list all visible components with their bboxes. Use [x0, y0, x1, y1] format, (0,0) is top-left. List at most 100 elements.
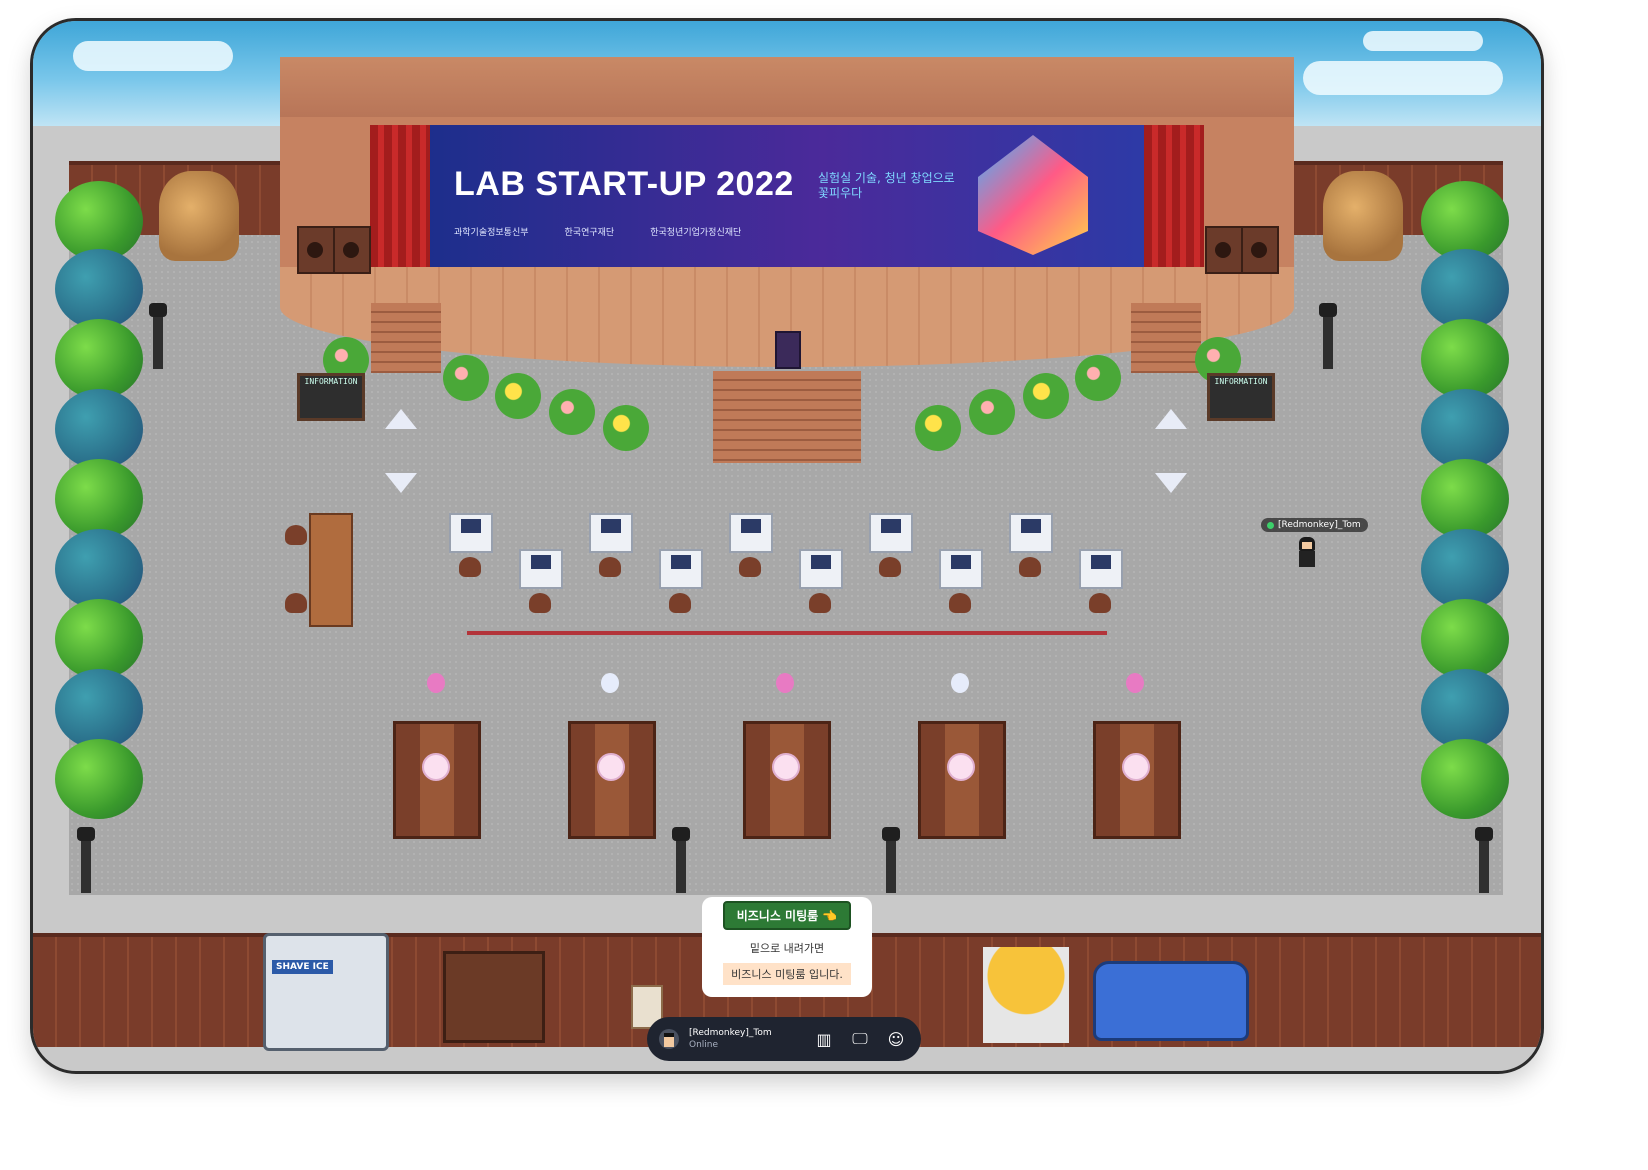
player-bottom-bar: [Redmonkey]_Tom Online ▥ 🖵 ☺: [647, 1017, 921, 1061]
player-name-tag: [Redmonkey]_Tom: [1261, 518, 1368, 532]
surf-car[interactable]: [1093, 961, 1249, 1041]
banner-logo-nrf: 한국연구재단: [564, 228, 615, 238]
stage-stairs-center: [713, 371, 861, 463]
flower-bush: [603, 405, 649, 451]
arrow-up-icon: [385, 409, 417, 429]
banner-logo-ministry: 과학기술정보통신부: [454, 228, 529, 238]
chair[interactable]: [739, 557, 761, 577]
business-room-notice[interactable]: 비즈니스 미팅룸 👈 밑으로 내려가면 비즈니스 미팅룸 입니다.: [702, 897, 872, 997]
podium[interactable]: [775, 331, 801, 369]
banner-subtitle: 실험실 기술, 청년 창업으로 꽃피우다: [818, 171, 955, 200]
banner-logo-kef: 한국청년기업가정신재단: [650, 228, 742, 238]
tree: [1421, 739, 1509, 819]
arrow-down-icon: [1155, 473, 1187, 493]
chair[interactable]: [809, 593, 831, 613]
cake: [947, 753, 975, 781]
player-avatar[interactable]: [1297, 537, 1317, 571]
balloon-pink: [427, 673, 445, 693]
balloon-white: [951, 673, 969, 693]
notice-line1: 밑으로 내려가면: [749, 942, 825, 955]
long-table[interactable]: [309, 513, 353, 627]
map-icon[interactable]: ▥: [811, 1030, 837, 1049]
food-truck[interactable]: SHAVE ICE: [263, 933, 389, 1051]
cake: [772, 753, 800, 781]
computer-desk[interactable]: [1079, 549, 1123, 589]
player-info[interactable]: [Redmonkey]_Tom Online: [689, 1027, 801, 1051]
online-status-dot: [1267, 521, 1274, 529]
chair[interactable]: [1019, 557, 1041, 577]
street-lamp: [1475, 827, 1493, 893]
computer-desk[interactable]: [939, 549, 983, 589]
tree: [55, 529, 143, 609]
cake: [1122, 753, 1150, 781]
chair[interactable]: [669, 593, 691, 613]
tree: [1421, 249, 1509, 329]
computer-desk[interactable]: [799, 549, 843, 589]
flower-bush: [1023, 373, 1069, 419]
information-board-right[interactable]: INFORMATION: [1207, 373, 1275, 421]
flower-bush: [495, 373, 541, 419]
emoji-icon[interactable]: ☺: [883, 1030, 909, 1049]
tree: [55, 599, 143, 679]
flower-bush: [549, 389, 595, 435]
street-lamp: [672, 827, 690, 893]
flower-bush: [443, 355, 489, 401]
notice-line2: 비즈니스 미팅룸 입니다.: [723, 963, 851, 985]
snack-stand[interactable]: [983, 947, 1069, 1043]
chair[interactable]: [1089, 593, 1111, 613]
computer-desk[interactable]: [729, 513, 773, 553]
tree: [55, 459, 143, 539]
dessert-cart[interactable]: [443, 951, 545, 1043]
player-name: [Redmonkey]_Tom: [1278, 520, 1361, 530]
stage-stairs-left: [371, 303, 441, 373]
flower-bush: [915, 405, 961, 451]
chair[interactable]: [459, 557, 481, 577]
chair[interactable]: [879, 557, 901, 577]
speaker-right-2: [1241, 226, 1279, 274]
tree: [1421, 529, 1509, 609]
computer-desk[interactable]: [589, 513, 633, 553]
curtain-right: [1144, 125, 1204, 273]
tree: [1421, 319, 1509, 399]
tree: [1421, 389, 1509, 469]
tree: [1421, 669, 1509, 749]
food-truck-sign: SHAVE ICE: [272, 960, 333, 974]
stage-roof: [280, 57, 1294, 121]
stage-stairs-right: [1131, 303, 1201, 373]
cake: [597, 753, 625, 781]
street-lamp: [1319, 303, 1337, 369]
flower-bush: [1075, 355, 1121, 401]
chair[interactable]: [529, 593, 551, 613]
tree: [55, 319, 143, 399]
chair[interactable]: [599, 557, 621, 577]
cake: [422, 753, 450, 781]
chair[interactable]: [285, 525, 307, 545]
rope-barrier: [467, 631, 1107, 647]
computer-desk[interactable]: [1009, 513, 1053, 553]
speaker-left-1: [297, 226, 335, 274]
banner-title: LAB START-UP 2022: [454, 165, 794, 203]
game-viewport[interactable]: LAB START-UP 2022 실험실 기술, 청년 창업으로 꽃피우다 과…: [30, 18, 1544, 1074]
lab-startup-logo-art: [978, 135, 1088, 255]
computer-desk[interactable]: [519, 549, 563, 589]
tree: [1421, 599, 1509, 679]
computer-desk[interactable]: [869, 513, 913, 553]
information-board-left[interactable]: INFORMATION: [297, 373, 365, 421]
rock-waterfall-right: [1323, 171, 1403, 261]
rock-waterfall-left: [159, 171, 239, 261]
avatar[interactable]: [659, 1029, 679, 1049]
bottom-bar-player-name: [Redmonkey]_Tom: [689, 1028, 772, 1038]
computer-desk[interactable]: [449, 513, 493, 553]
street-lamp: [77, 827, 95, 893]
balloon-pink: [1126, 673, 1144, 693]
tree: [55, 249, 143, 329]
notice-title: 비즈니스 미팅룸 👈: [722, 901, 852, 930]
computer-desk[interactable]: [659, 549, 703, 589]
screen-share-icon[interactable]: 🖵: [847, 1029, 873, 1049]
street-lamp: [882, 827, 900, 893]
chair[interactable]: [949, 593, 971, 613]
banner-logos: 과학기술정보통신부 한국연구재단 한국청년기업가정신재단: [454, 225, 741, 238]
street-lamp: [149, 303, 167, 369]
tree: [1421, 459, 1509, 539]
chair[interactable]: [285, 593, 307, 613]
